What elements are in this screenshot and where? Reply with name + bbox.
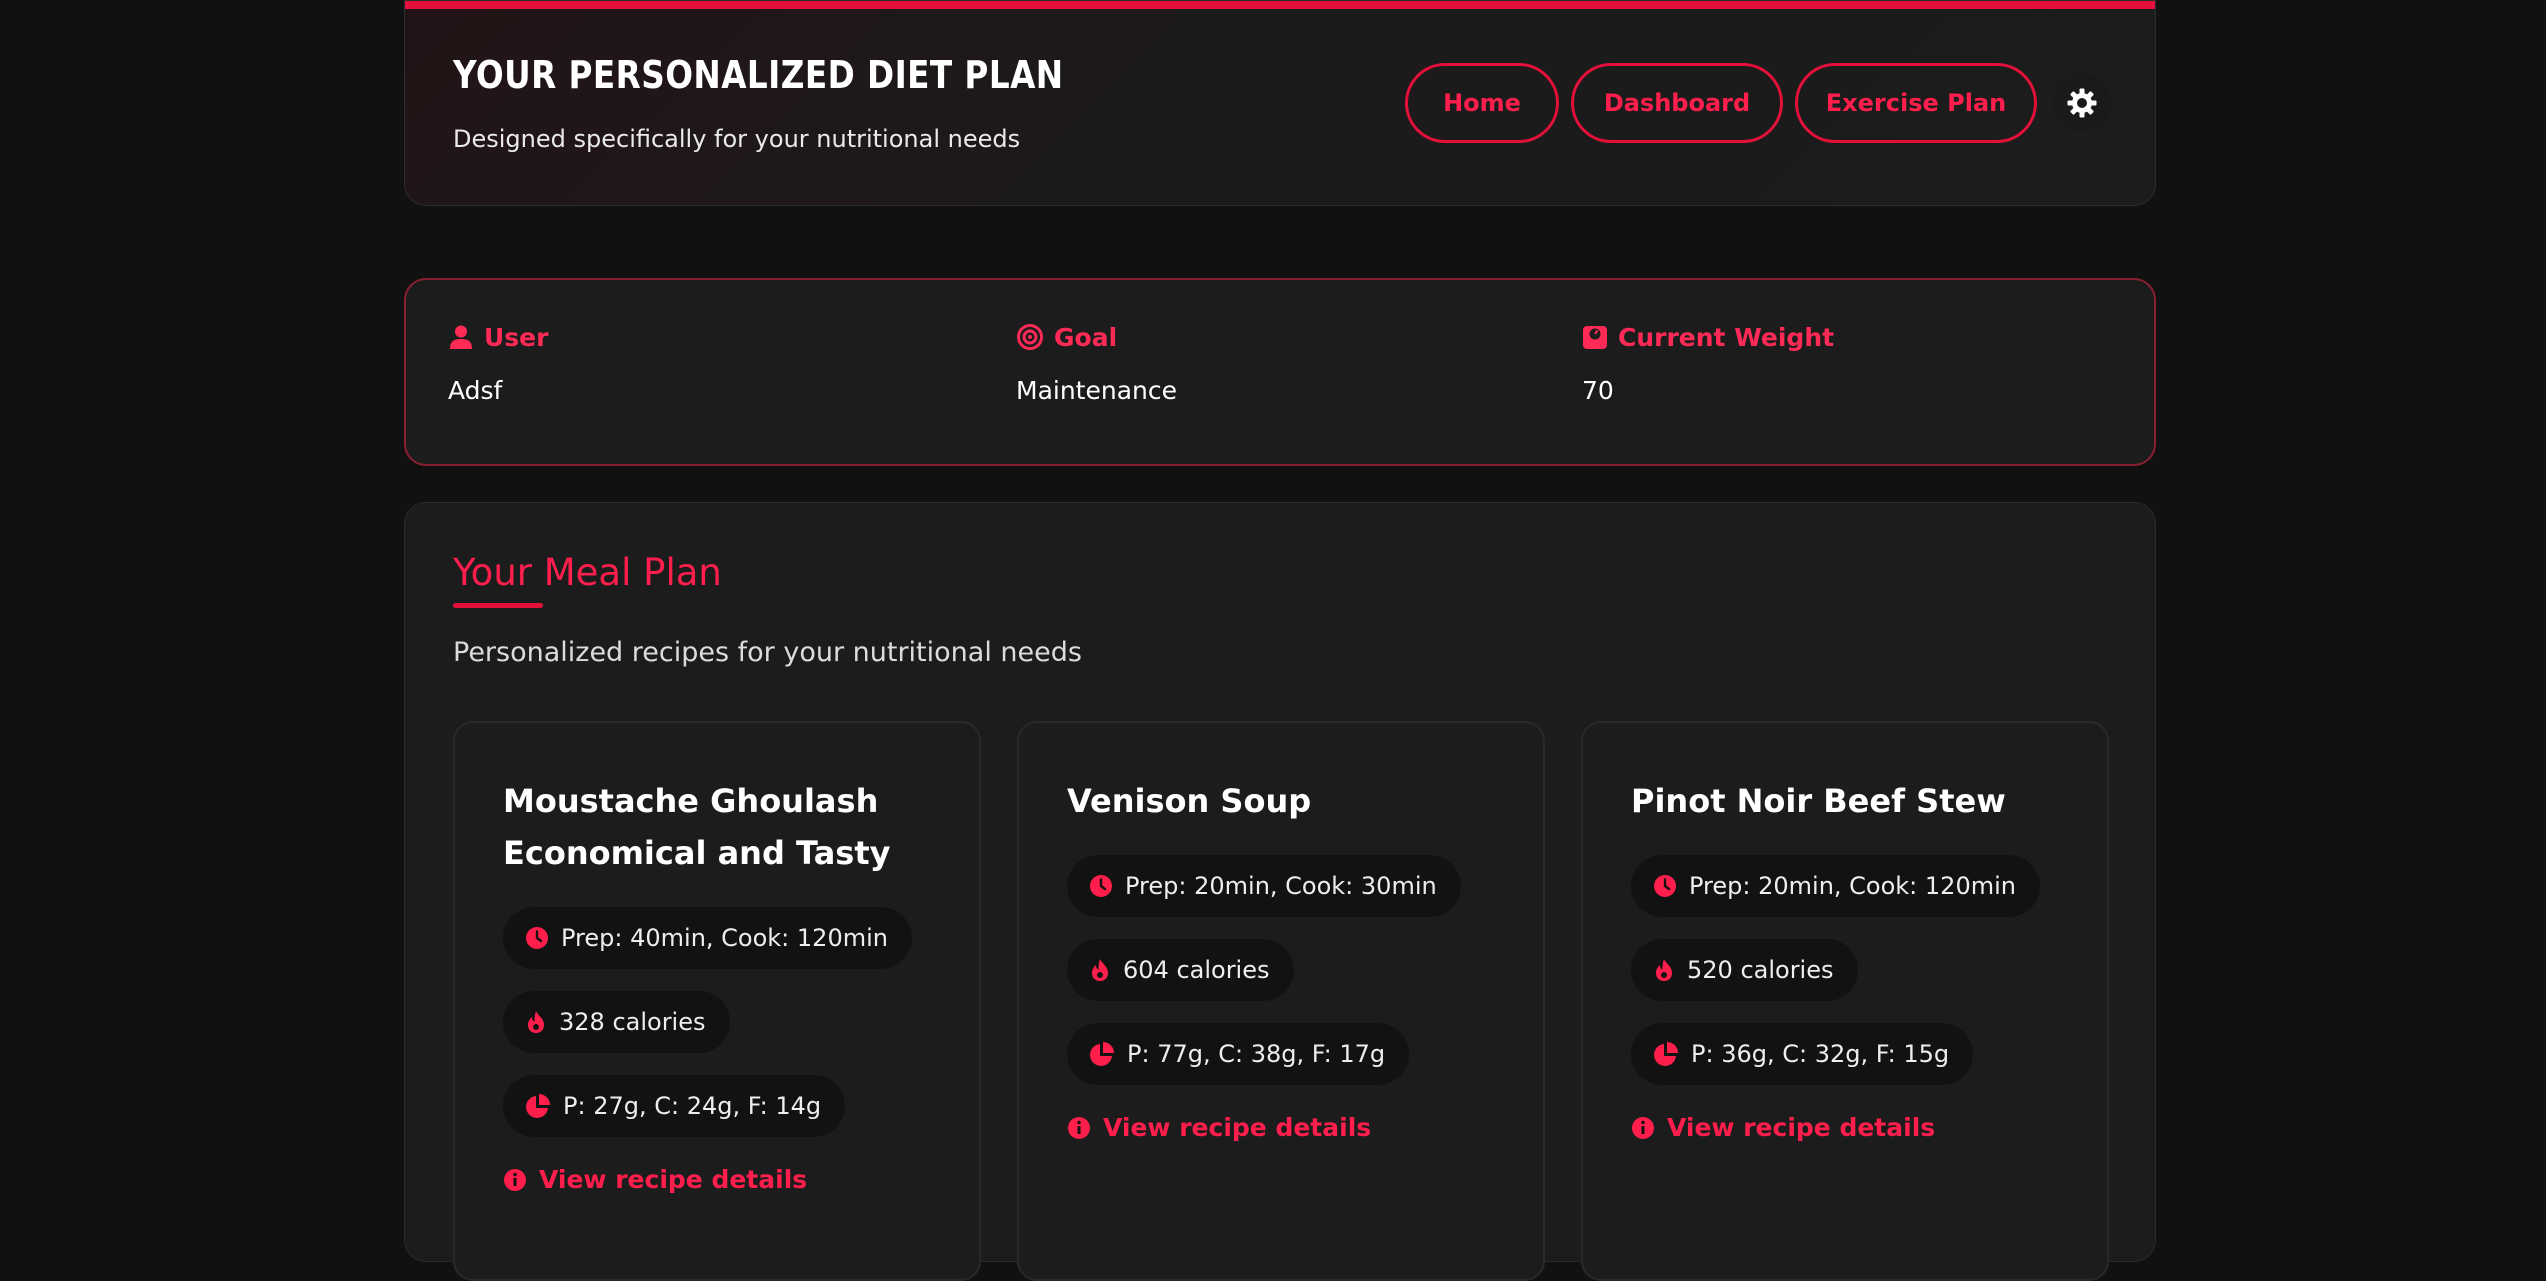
nav-dashboard-button[interactable]: Dashboard: [1571, 63, 1783, 143]
fire-icon: [1092, 959, 1108, 981]
theme-toggle-button[interactable]: [2053, 74, 2111, 132]
macros-pill: P: 27g, C: 24g, F: 14g: [503, 1075, 846, 1137]
user-label: User: [484, 322, 549, 352]
goal-label: Goal: [1054, 322, 1118, 352]
gear-icon: [2067, 88, 2097, 118]
user-icon: [450, 325, 472, 349]
clock-icon: [1654, 875, 1676, 897]
info-icon: [504, 1168, 526, 1191]
info-icon: [1632, 1116, 1654, 1139]
view-recipe-link[interactable]: View recipe details: [1067, 1113, 1461, 1142]
calories-pill: 604 calories: [1067, 939, 1294, 1001]
recipe-title: Venison Soup: [1067, 782, 1312, 820]
page-subtitle: Designed specifically for your nutrition…: [453, 125, 1021, 153]
view-recipe-link[interactable]: View recipe details: [1631, 1113, 2040, 1142]
time-pill: Prep: 40min, Cook: 120min: [503, 907, 912, 969]
weight-label: Current Weight: [1618, 322, 1835, 352]
title-underline: [453, 603, 543, 608]
macros-pill: P: 77g, C: 38g, F: 17g: [1067, 1023, 1410, 1085]
calories-pill: 520 calories: [1631, 939, 1858, 1001]
pie-chart-icon: [1090, 1042, 1114, 1066]
header: YOUR PERSONALIZED DIET PLAN Designed spe…: [404, 0, 2156, 206]
nav-exercise-plan-button[interactable]: Exercise Plan: [1795, 63, 2037, 143]
time-pill: Prep: 20min, Cook: 30min: [1067, 855, 1461, 917]
meal-plan-section: Your Meal Plan Personalized recipes for …: [404, 502, 2156, 1281]
pie-chart-icon: [1654, 1042, 1678, 1066]
weight-value: 70: [1582, 376, 1614, 405]
recipe-card: Pinot Noir Beef Stew Prep: 20min, Cook: …: [1581, 721, 2109, 1281]
target-icon: [1017, 324, 1043, 350]
meal-plan-title: Your Meal Plan: [453, 551, 722, 594]
goal-info: Goal Maintenance: [1016, 320, 1177, 406]
recipe-title: Moustache Ghoulash Economical and Tasty: [503, 782, 891, 872]
weight-info: Current Weight 70: [1582, 320, 1835, 406]
time-pill: Prep: 20min, Cook: 120min: [1631, 855, 2040, 917]
page-title: YOUR PERSONALIZED DIET PLAN: [453, 53, 1064, 97]
user-info: User Adsf: [448, 320, 549, 406]
nav-home-button[interactable]: Home: [1405, 63, 1559, 143]
calories-pill: 328 calories: [503, 991, 730, 1053]
pie-chart-icon: [526, 1094, 550, 1118]
goal-value: Maintenance: [1016, 376, 1177, 405]
fire-icon: [1656, 959, 1672, 981]
info-icon: [1068, 1116, 1090, 1139]
recipe-card: Venison Soup Prep: 20min, Cook: 30min 60…: [1017, 721, 1545, 1281]
clock-icon: [1090, 875, 1112, 897]
recipe-card: Moustache Ghoulash Economical and Tasty …: [453, 721, 981, 1281]
meal-plan-subtitle: Personalized recipes for your nutritiona…: [453, 637, 1082, 668]
recipe-title: Pinot Noir Beef Stew: [1631, 782, 2006, 820]
user-info-card: User Adsf Goal Maintenance Current Weigh…: [404, 278, 2156, 466]
fire-icon: [528, 1011, 544, 1033]
user-value: Adsf: [448, 376, 503, 405]
view-recipe-link[interactable]: View recipe details: [503, 1165, 912, 1194]
weight-scale-icon: [1583, 326, 1607, 349]
macros-pill: P: 36g, C: 32g, F: 15g: [1631, 1023, 1974, 1085]
clock-icon: [526, 927, 548, 949]
nav-bar: Home Dashboard Exercise Plan: [1405, 63, 2155, 143]
